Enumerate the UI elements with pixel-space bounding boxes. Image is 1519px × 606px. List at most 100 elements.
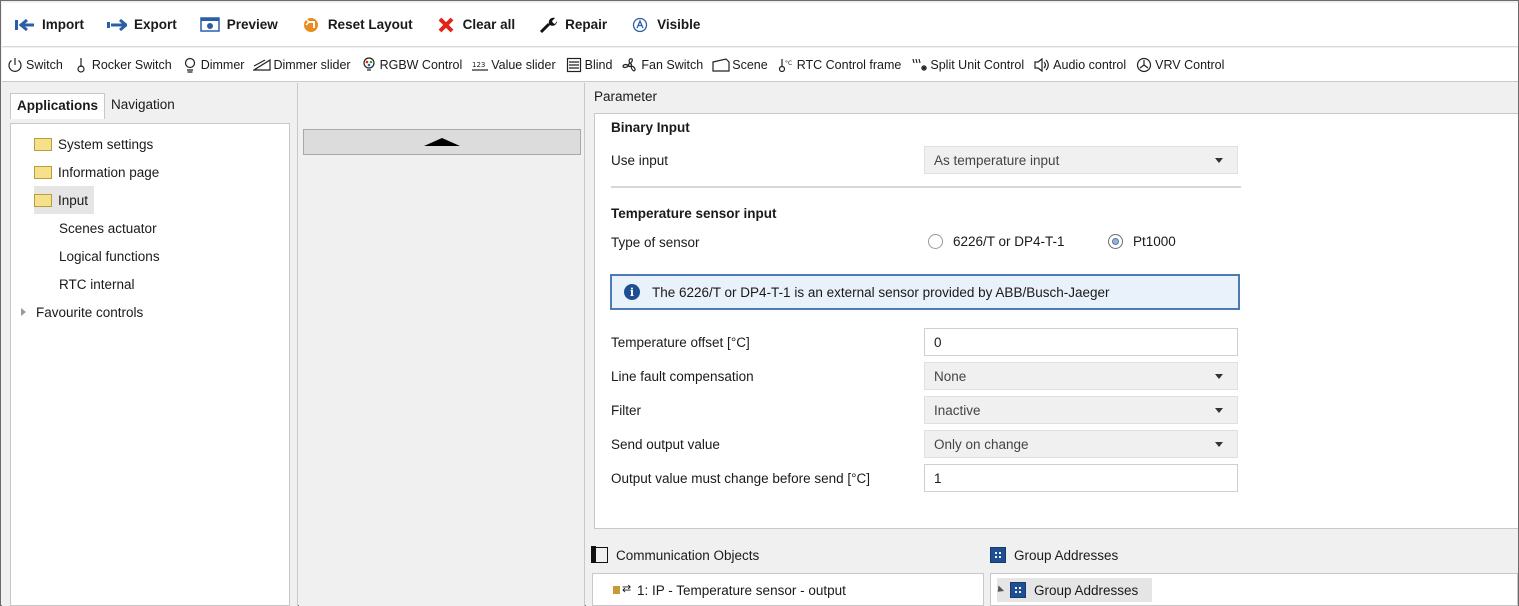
tree-item-rtc-internal[interactable]: RTC internal (59, 270, 135, 298)
value-slider-control-button[interactable]: 123 Value slider (471, 52, 556, 78)
dimmer-slider-control-button[interactable]: Dimmer slider (253, 52, 351, 78)
chevron-down-icon (1215, 158, 1223, 163)
tree-item-scenes-actuator[interactable]: Scenes actuator (59, 214, 157, 242)
rgbw-control-button[interactable]: RGBW Control (360, 52, 463, 78)
tree-item-label: System settings (58, 136, 154, 152)
comm-object-io-icon: ⇄ (613, 583, 631, 597)
blind-icon (565, 56, 583, 74)
scene-control-button[interactable]: Scene (712, 52, 768, 78)
repair-label: Repair (565, 17, 608, 32)
radio-circle-selected[interactable] (1108, 234, 1123, 249)
sensor-radio-pt1000[interactable]: Pt1000 (1108, 234, 1176, 249)
parameter-title: Parameter (594, 89, 658, 104)
communication-objects-list: ⇄ 1: IP - Temperature sensor - output (592, 573, 984, 606)
main-toolbar: Import Export Preview Reset Layout Clear… (2, 3, 1518, 47)
clear-all-button[interactable]: Clear all (435, 10, 515, 40)
collapse-triangle-icon[interactable] (994, 585, 1005, 595)
folder-icon (34, 193, 52, 207)
fan-switch-control-button[interactable]: Fan Switch (621, 52, 703, 78)
communication-objects-title: Communication Objects (616, 547, 760, 563)
parameter-body: Binary Input Use input As temperature in… (594, 113, 1518, 529)
audio-control-button[interactable]: Audio control (1033, 52, 1126, 78)
visible-button[interactable]: Visible (629, 10, 700, 40)
reset-layout-label: Reset Layout (327, 17, 413, 32)
tree-item-label: Favourite controls (36, 304, 144, 320)
vrv-fan-icon (1135, 56, 1153, 74)
import-button[interactable]: Import (14, 10, 84, 40)
power-icon (6, 56, 24, 74)
export-arrow-icon (106, 16, 128, 34)
split-unit-control-button[interactable]: Split Unit Control (910, 52, 1024, 78)
dimmer-control-button[interactable]: Dimmer (181, 52, 244, 78)
speaker-icon (1033, 56, 1051, 74)
visible-label: Visible (657, 17, 701, 32)
visible-icon (629, 16, 651, 34)
wrench-icon (537, 16, 559, 34)
value-123-icon: 123 (471, 56, 489, 74)
export-label: Export (134, 17, 177, 32)
scroll-up-button[interactable] (303, 129, 581, 155)
sensor-radio-6226t[interactable]: 6226/T or DP4-T-1 (928, 234, 1065, 249)
chevron-down-icon (1215, 408, 1223, 413)
tree-item-label: Logical functions (59, 248, 160, 264)
vrv-control-button[interactable]: VRV Control (1135, 52, 1224, 78)
left-panel: Applications Navigation System settings … (2, 83, 298, 606)
tree-item-label: Input (58, 192, 89, 208)
chevron-down-icon (1215, 374, 1223, 379)
tree-item-label: Information page (58, 164, 160, 180)
rgbw-control-label: RGBW Control (379, 57, 463, 72)
type-of-sensor-label: Type of sensor (611, 235, 700, 250)
switch-label: Switch (26, 57, 63, 72)
temperature-offset-input[interactable]: 0 (924, 328, 1238, 356)
radio-circle[interactable] (928, 234, 943, 249)
tree-item-favourite-controls[interactable]: Favourite controls (21, 298, 143, 326)
expand-triangle-icon[interactable] (21, 308, 26, 316)
send-output-dropdown[interactable]: Only on change (924, 430, 1238, 458)
blind-control-button[interactable]: Blind (565, 52, 612, 78)
send-output-value: Only on change (934, 436, 1029, 452)
bulb-icon (181, 56, 199, 74)
rgbw-bulb-icon (360, 56, 378, 74)
rocker-switch-label: Rocker Switch (91, 57, 172, 72)
tab-applications[interactable]: Applications (10, 93, 106, 119)
temperature-offset-label: Temperature offset [°C] (611, 335, 750, 350)
tab-navigation[interactable]: Navigation (105, 93, 181, 119)
split-unit-icon (910, 56, 928, 74)
rtc-control-frame-button[interactable]: °C RTC Control frame (777, 52, 901, 78)
preview-button[interactable]: Preview (199, 10, 278, 40)
slider-wedge-icon (253, 56, 272, 74)
filter-value: Inactive (934, 402, 981, 418)
preview-icon (199, 16, 221, 34)
import-arrow-icon (14, 16, 36, 34)
page-preview-panel (299, 83, 585, 606)
split-unit-control-label: Split Unit Control (930, 57, 1025, 72)
tree-item-system-settings[interactable]: System settings (34, 130, 153, 158)
filter-dropdown[interactable]: Inactive (924, 396, 1238, 424)
svg-text:°C: °C (785, 60, 792, 67)
line-fault-dropdown[interactable]: None (924, 362, 1238, 390)
output-change-input[interactable]: 1 (924, 464, 1238, 492)
group-addresses-root-item[interactable]: Group Addresses (994, 578, 1153, 602)
reset-layout-button[interactable]: Reset Layout (300, 10, 413, 40)
controls-toolbar: Switch Rocker Switch Dimmer Dimmer slide… (2, 48, 1518, 82)
use-input-dropdown[interactable]: As temperature input (924, 146, 1238, 174)
import-label: Import (42, 17, 84, 32)
comm-object-row[interactable]: ⇄ 1: IP - Temperature sensor - output (613, 578, 846, 602)
rocker-switch-control-button[interactable]: Rocker Switch (72, 52, 172, 78)
communication-objects-header: Communication Objects (591, 546, 760, 563)
switch-control-button[interactable]: Switch (6, 52, 63, 78)
line-fault-value: None (934, 368, 967, 384)
send-output-label: Send output value (611, 437, 720, 452)
svg-text:123: 123 (472, 61, 485, 69)
value-slider-label: Value slider (491, 57, 556, 72)
repair-button[interactable]: Repair (537, 10, 607, 40)
filter-label: Filter (611, 403, 641, 418)
preview-label: Preview (226, 17, 278, 32)
tree-item-input[interactable]: Input (34, 186, 95, 214)
export-button[interactable]: Export (106, 10, 177, 40)
tree-item-logical-functions[interactable]: Logical functions (59, 242, 160, 270)
group-addresses-item-label: Group Addresses (1034, 582, 1139, 598)
sensor-option-label: 6226/T or DP4-T-1 (953, 234, 1065, 249)
use-input-value: As temperature input (934, 152, 1060, 168)
tree-item-information-page[interactable]: Information page (34, 158, 159, 186)
